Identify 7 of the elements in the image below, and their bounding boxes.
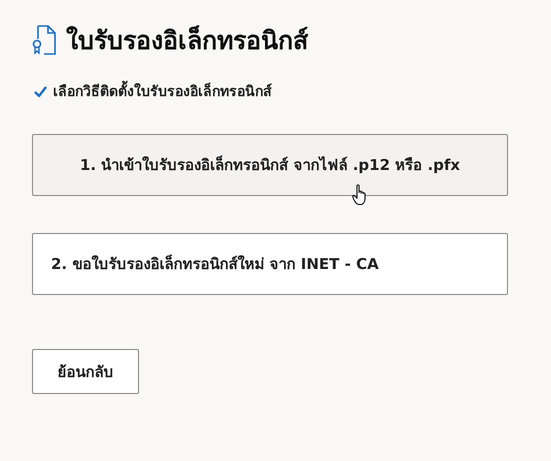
back-button[interactable]: ย้อนกลับ bbox=[32, 349, 139, 394]
step-label: เลือกวิธีติดตั้งใบรับรองอิเล็กทรอนิกส์ bbox=[53, 80, 272, 102]
page-title: ใบรับรองอิเล็กทรอนิกส์ bbox=[66, 24, 308, 57]
hand-cursor-icon bbox=[352, 184, 368, 206]
option-button[interactable]: 1. นำเข้าใบรับรองอิเล็กทรอนิกส์ จากไฟล์ .p12 หรือ .pfx bbox=[32, 134, 508, 196]
option-button[interactable]: 2. ขอใบรับรองอิเล็กทรอนิกส์ใหม่ จาก INET - CA bbox=[32, 233, 508, 295]
certificate-icon bbox=[32, 25, 56, 55]
